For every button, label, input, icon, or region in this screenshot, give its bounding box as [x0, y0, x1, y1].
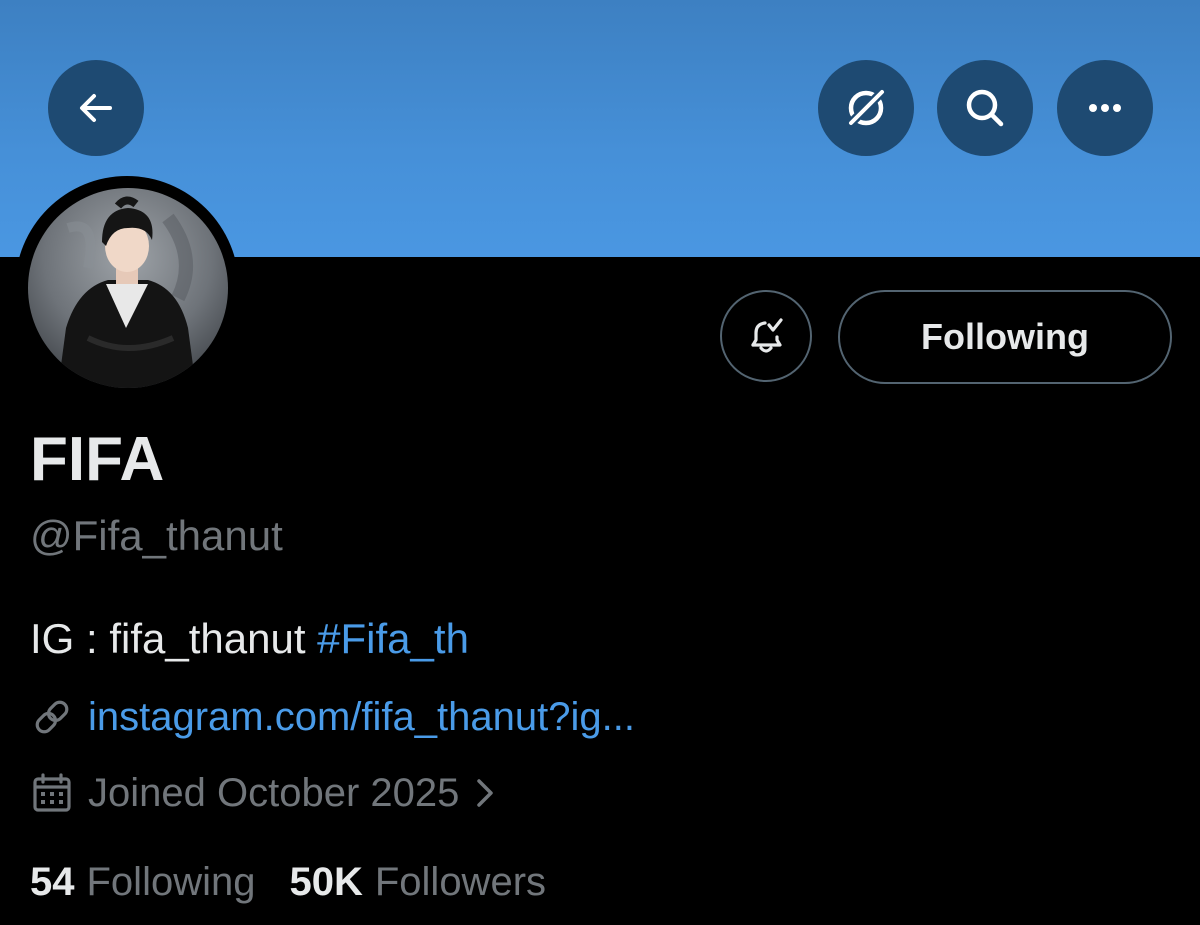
following-stat[interactable]: 54 Following	[30, 856, 255, 908]
profile-page: Following FIFA @Fifa_thanut IG : fifa_th…	[0, 0, 1200, 925]
profile-website-row: instagram.com/fifa_thanut?ig...	[30, 692, 635, 742]
following-label: Following	[86, 860, 256, 904]
chevron-right-icon	[477, 779, 494, 807]
following-button[interactable]: Following	[838, 290, 1172, 384]
calendar-icon	[33, 773, 71, 812]
joined-date-row[interactable]: Joined October 2025	[30, 768, 497, 818]
profile-website-link[interactable]: instagram.com/fifa_thanut?ig...	[88, 692, 635, 742]
more-button[interactable]	[1057, 60, 1153, 156]
link-icon	[35, 700, 69, 734]
follow-stats: 54 Following 50K Followers	[30, 856, 546, 908]
followers-count: 50K	[289, 860, 363, 904]
profile-bio: IG : fifa_thanut #Fifa_th	[30, 612, 469, 666]
joined-date: Joined October 2025	[88, 771, 460, 815]
avatar[interactable]	[28, 188, 228, 388]
bio-hashtag-link[interactable]: #Fifa_th	[317, 615, 469, 662]
followers-stat[interactable]: 50K Followers	[289, 856, 546, 908]
bell-check-icon	[751, 318, 783, 353]
more-horizontal-icon	[1089, 104, 1121, 112]
grok-icon	[847, 88, 886, 127]
following-count: 54	[30, 860, 75, 904]
grok-button[interactable]	[818, 60, 914, 156]
back-button[interactable]	[48, 60, 144, 156]
search-button[interactable]	[937, 60, 1033, 156]
username-handle: @Fifa_thanut	[30, 512, 283, 559]
arrow-left-icon	[80, 94, 112, 122]
followers-label: Followers	[374, 860, 547, 904]
bio-text: IG : fifa_thanut	[30, 615, 318, 662]
search-icon	[966, 89, 1004, 127]
display-name: FIFA	[30, 425, 165, 494]
notifications-button[interactable]	[720, 290, 812, 382]
